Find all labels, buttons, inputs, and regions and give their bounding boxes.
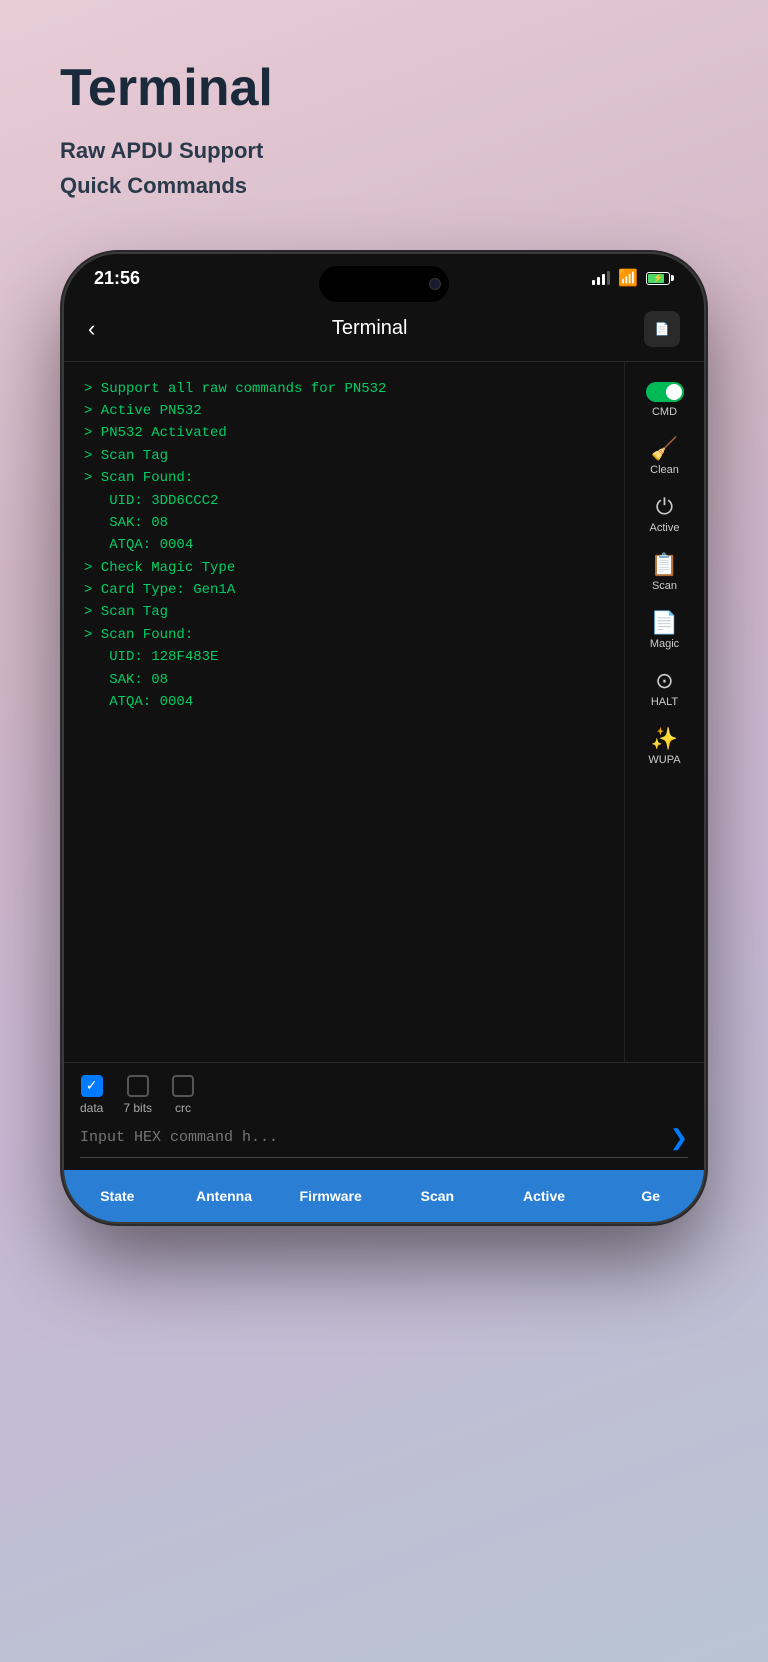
clean-label: Clean <box>650 464 679 476</box>
active-button[interactable]: ⏻ Active <box>631 488 699 542</box>
checkbox-data[interactable]: ✓ data <box>80 1075 103 1115</box>
terminal-line: > Support all raw commands for PN532 <box>84 378 608 400</box>
status-time: 21:56 <box>94 268 140 289</box>
checkbox-label-data: data <box>80 1101 103 1115</box>
signal-icon <box>592 271 610 285</box>
cmd-toggle[interactable] <box>646 382 684 402</box>
cmd-button[interactable]: CMD <box>631 374 699 426</box>
halt-label: HALT <box>651 696 678 708</box>
checkbox-crc[interactable]: crc <box>172 1075 194 1115</box>
battery-icon: ⚡ <box>646 272 674 285</box>
wifi-icon: 📶 <box>618 268 638 288</box>
terminal-line: SAK: 08 <box>84 512 608 534</box>
terminal-output: > Support all raw commands for PN532> Ac… <box>64 362 624 1062</box>
terminal-line: > Active PN532 <box>84 400 608 422</box>
status-bar: 21:56 📶 ⚡ <box>64 254 704 297</box>
tab-ge[interactable]: Ge <box>599 1174 702 1218</box>
terminal-area: > Support all raw commands for PN532> Ac… <box>64 362 704 1062</box>
send-button[interactable]: ❯ <box>670 1125 688 1151</box>
checkboxes-row: ✓ data 7 bits crc <box>80 1075 688 1115</box>
terminal-line: UID: 3DD6CCC2 <box>84 490 608 512</box>
terminal-line: SAK: 08 <box>84 669 608 691</box>
page-subtitle: Raw APDU Support Quick Commands <box>60 133 708 203</box>
tab-state[interactable]: State <box>66 1174 169 1218</box>
page-title: Terminal <box>60 60 708 117</box>
dynamic-island <box>319 266 449 302</box>
terminal-line: UID: 128F483E <box>84 646 608 668</box>
terminal-line: > Check Magic Type <box>84 557 608 579</box>
halt-icon: ⊙ <box>655 670 673 692</box>
magic-label: Magic <box>650 638 679 650</box>
checkbox-7bits[interactable]: 7 bits <box>123 1075 152 1115</box>
terminal-line: > Scan Tag <box>84 601 608 623</box>
input-row: ❯ <box>80 1125 688 1158</box>
checkbox-label-7bits: 7 bits <box>123 1101 152 1115</box>
phone-mockup: 21:56 📶 ⚡ <box>64 254 704 1222</box>
wupa-button[interactable]: ✨ WUPA <box>631 720 699 774</box>
tab-antenna[interactable]: Antenna <box>173 1174 276 1218</box>
terminal-line: > PN532 Activated <box>84 422 608 444</box>
terminal-line: ATQA: 0004 <box>84 534 608 556</box>
scan-icon: 📋 <box>651 554 678 576</box>
input-area: ✓ data 7 bits crc ❯ <box>64 1062 704 1170</box>
clean-icon: 🧹 <box>651 438 678 460</box>
terminal-line: > Scan Found: <box>84 467 608 489</box>
active-label: Active <box>650 522 680 534</box>
tab-scan[interactable]: Scan <box>386 1174 489 1218</box>
checkbox-box-data[interactable]: ✓ <box>81 1075 103 1097</box>
hex-input[interactable] <box>80 1129 660 1146</box>
checkbox-label-crc: crc <box>175 1101 191 1115</box>
subtitle-line1: Raw APDU Support <box>60 133 708 168</box>
nav-bar: ‹ Terminal 📄 <box>64 297 704 362</box>
tab-active[interactable]: Active <box>493 1174 596 1218</box>
back-button[interactable]: ‹ <box>88 316 95 342</box>
clean-button[interactable]: 🧹 Clean <box>631 430 699 484</box>
sidebar-buttons: CMD 🧹 Clean ⏻ Active 📋 Scan <box>624 362 704 1062</box>
subtitle-line2: Quick Commands <box>60 168 708 203</box>
checkbox-box-crc[interactable] <box>172 1075 194 1097</box>
status-icons: 📶 ⚡ <box>592 268 674 288</box>
tab-bar: StateAntennaFirmwareScanActiveGe <box>64 1170 704 1222</box>
pdf-button[interactable]: 📄 <box>644 311 680 347</box>
nav-title: Terminal <box>332 317 408 340</box>
halt-button[interactable]: ⊙ HALT <box>631 662 699 716</box>
magic-button[interactable]: 📄 Magic <box>631 604 699 658</box>
phone-container: 21:56 📶 ⚡ <box>0 254 768 1242</box>
camera-dot <box>429 278 441 290</box>
wupa-icon: ✨ <box>651 728 678 750</box>
terminal-line: > Card Type: Gen1A <box>84 579 608 601</box>
checkbox-box-7bits[interactable] <box>127 1075 149 1097</box>
terminal-line: ATQA: 0004 <box>84 691 608 713</box>
wupa-label: WUPA <box>648 754 680 766</box>
pdf-icon: 📄 <box>655 322 670 336</box>
terminal-line: > Scan Tag <box>84 445 608 467</box>
magic-icon: 📄 <box>651 612 678 634</box>
scan-label: Scan <box>652 580 677 592</box>
cmd-label: CMD <box>652 406 677 418</box>
scan-button[interactable]: 📋 Scan <box>631 546 699 600</box>
terminal-line: > Scan Found: <box>84 624 608 646</box>
tab-firmware[interactable]: Firmware <box>279 1174 382 1218</box>
page-header: Terminal Raw APDU Support Quick Commands <box>0 0 768 234</box>
power-icon: ⏻ <box>656 496 673 518</box>
